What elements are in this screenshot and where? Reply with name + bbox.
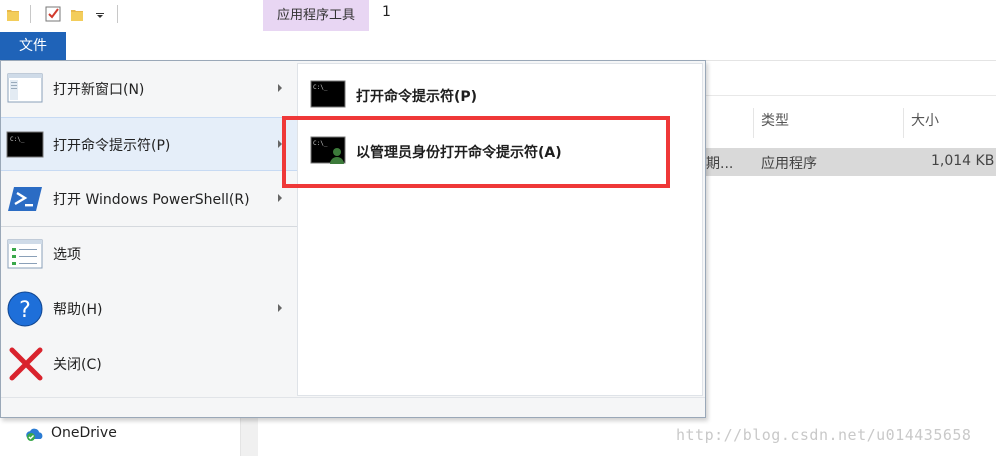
- new-folder-icon[interactable]: [70, 6, 84, 22]
- options-icon: [7, 239, 43, 269]
- column-separator[interactable]: [753, 108, 754, 138]
- menu-item-label: 帮助(H): [53, 302, 103, 318]
- properties-icon[interactable]: [45, 6, 61, 22]
- command-prompt-icon: C:\_: [6, 131, 44, 158]
- menu-item-help[interactable]: ? 帮助(H): [1, 282, 297, 336]
- onedrive-icon: [26, 428, 43, 441]
- svg-text:?: ?: [19, 298, 31, 323]
- contextual-tab-app-tools[interactable]: 应用程序工具: [263, 0, 369, 31]
- command-prompt-icon: C:\_: [310, 80, 346, 108]
- file-menu-commands: 打开新窗口(N) C:\_ 打开命令提示符(P) 打开 Windows Powe…: [1, 61, 297, 397]
- submenu-arrow-icon: [278, 304, 282, 312]
- powershell-icon: [8, 187, 42, 211]
- folder-icon[interactable]: [6, 6, 20, 22]
- file-menu-footer: [1, 397, 705, 417]
- menu-item-label: 打开新窗口(N): [53, 82, 145, 98]
- menu-item-open-new-window[interactable]: 打开新窗口(N): [1, 62, 297, 116]
- menu-item-label: 选项: [53, 247, 81, 263]
- svg-text:C:\_: C:\_: [313, 84, 328, 91]
- nav-item-onedrive[interactable]: OneDrive: [51, 425, 117, 441]
- file-menu: 打开新窗口(N) C:\_ 打开命令提示符(P) 打开 Windows Powe…: [0, 60, 706, 418]
- pane-divider: [706, 95, 996, 96]
- qat-separator: [117, 5, 118, 23]
- column-separator[interactable]: [903, 108, 904, 138]
- title-bar: 应用程序工具 1: [0, 0, 996, 31]
- file-size-cell: 1,014 KB: [931, 153, 995, 169]
- nav-pane-scrollbar[interactable]: [240, 418, 258, 456]
- qat-separator: [30, 5, 31, 23]
- menu-item-open-command-prompt[interactable]: C:\_ 打开命令提示符(P): [1, 117, 297, 171]
- file-tab[interactable]: 文件: [0, 32, 66, 60]
- command-prompt-submenu: C:\_ 打开命令提示符(P) C:\_ 以管理员身份打开命令提示符(A): [297, 63, 703, 396]
- menu-item-open-powershell[interactable]: 打开 Windows PowerShell(R): [1, 172, 297, 226]
- column-header-type[interactable]: 类型: [761, 110, 789, 130]
- menu-item-label: 打开命令提示符(P): [53, 138, 171, 154]
- menu-item-options[interactable]: 选项: [1, 227, 297, 281]
- submenu-item-open-command-prompt[interactable]: C:\_ 打开命令提示符(P): [306, 68, 686, 118]
- file-date-cell: 期...: [706, 156, 734, 172]
- submenu-arrow-icon: [278, 84, 282, 92]
- file-type-cell: 应用程序: [761, 156, 817, 172]
- submenu-item-label: 打开命令提示符(P): [356, 89, 478, 105]
- annotation-highlight-box: [282, 116, 670, 188]
- column-header-size[interactable]: 大小: [911, 110, 939, 130]
- watermark: http://blog.csdn.net/u014435658: [676, 426, 972, 444]
- menu-item-label: 打开 Windows PowerShell(R): [53, 192, 250, 208]
- submenu-arrow-icon: [278, 194, 282, 202]
- customize-qat-icon[interactable]: [95, 6, 105, 22]
- close-icon: [9, 347, 43, 381]
- window-title: 1: [382, 4, 391, 20]
- svg-text:C:\_: C:\_: [10, 136, 25, 143]
- new-window-icon: [7, 73, 43, 103]
- help-icon: ?: [7, 291, 43, 327]
- menu-item-label: 关闭(C): [53, 357, 102, 373]
- menu-item-close[interactable]: 关闭(C): [1, 337, 297, 391]
